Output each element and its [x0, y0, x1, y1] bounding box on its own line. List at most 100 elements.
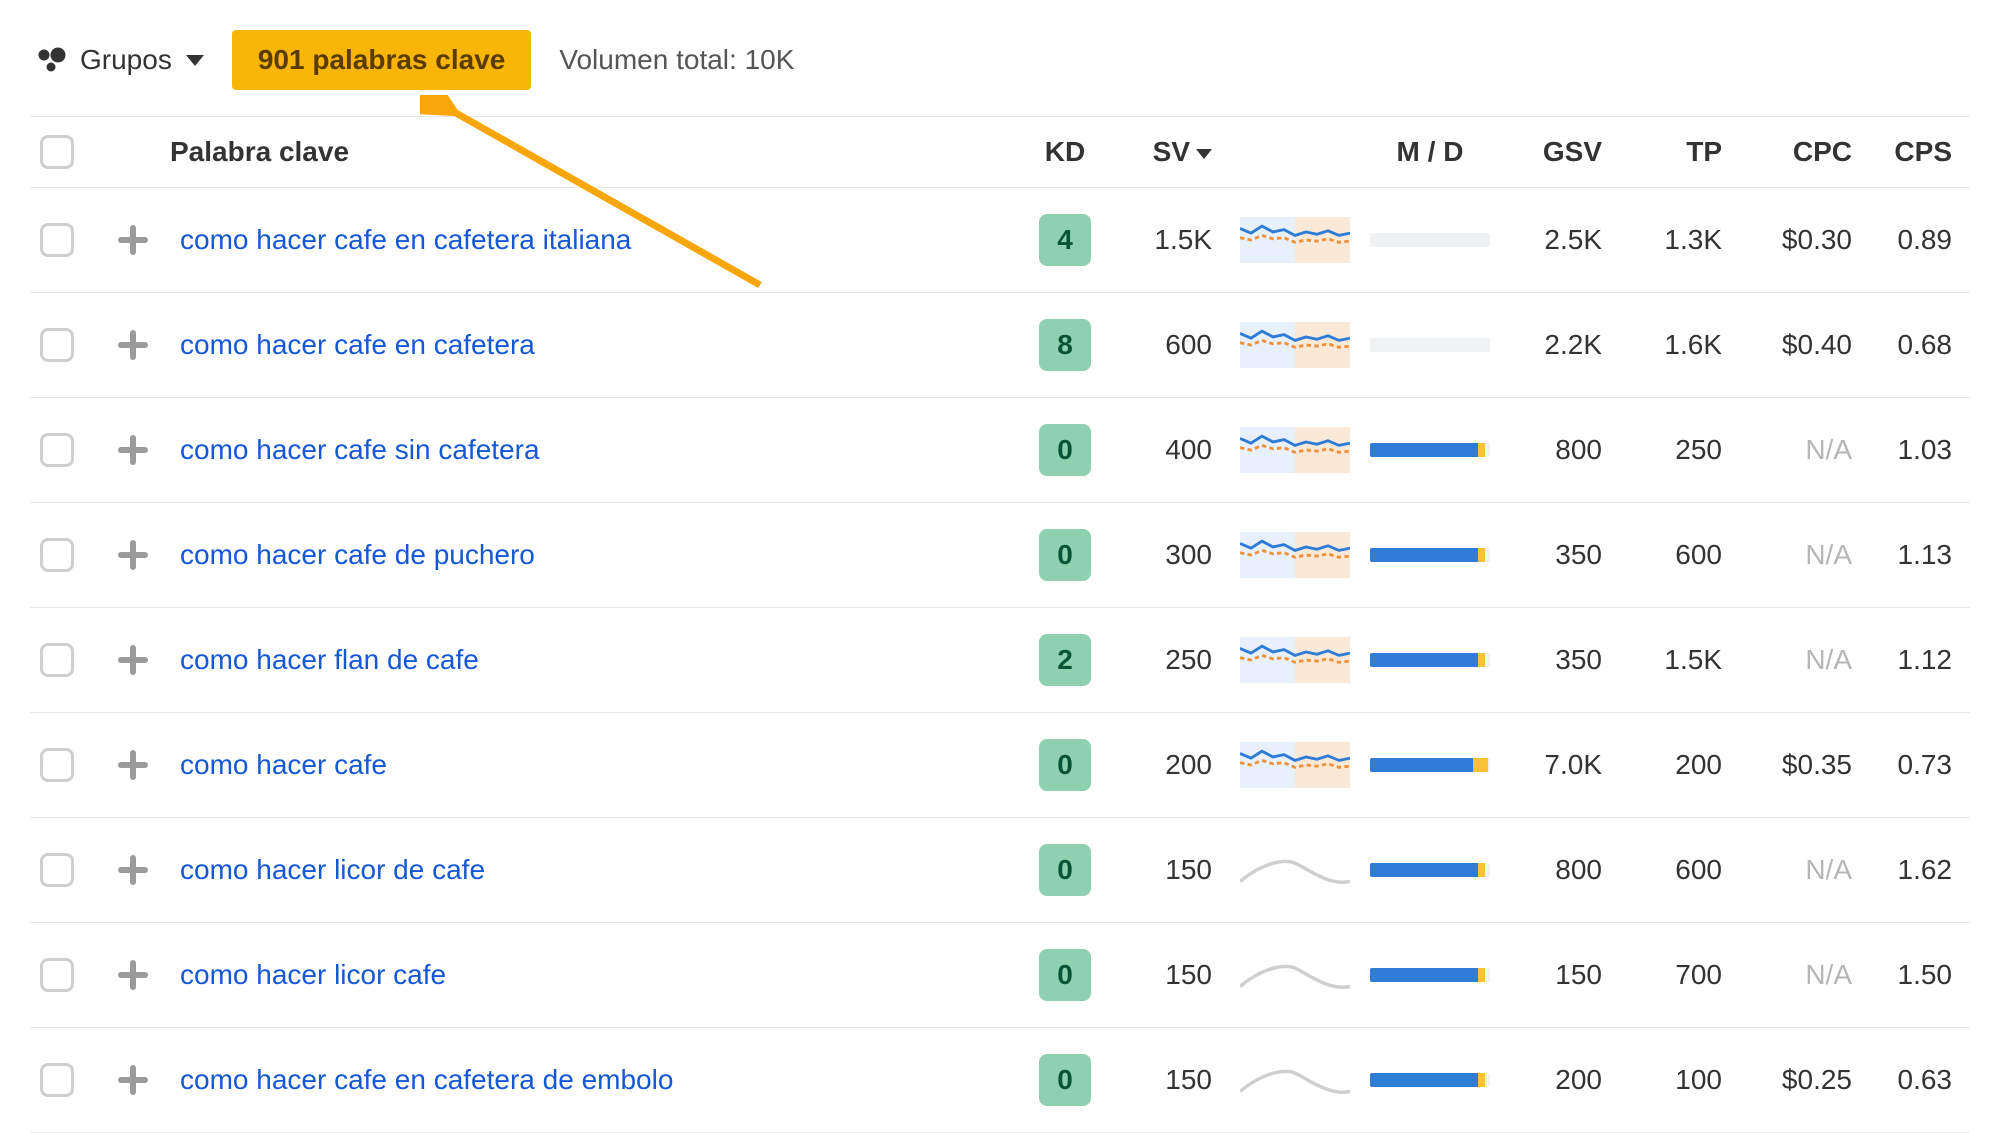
col-cpc-header[interactable]: CPC: [1740, 118, 1870, 186]
kd-badge: 0: [1039, 844, 1091, 896]
trend-sparkline: [1240, 427, 1350, 473]
add-to-list-button[interactable]: [110, 217, 156, 263]
row-checkbox[interactable]: [40, 433, 74, 467]
cpc-value: $0.25: [1740, 1038, 1870, 1122]
mobile-desktop-bar: [1370, 863, 1490, 877]
add-to-list-button[interactable]: [110, 532, 156, 578]
col-keyword-header[interactable]: Palabra clave: [170, 118, 1020, 186]
gsv-value: 7.0K: [1500, 723, 1620, 807]
groups-label: Grupos: [80, 44, 172, 76]
sv-value: 600: [1110, 303, 1230, 387]
add-to-list-button[interactable]: [110, 742, 156, 788]
tp-value: 100: [1620, 1038, 1740, 1122]
tp-value: 250: [1620, 408, 1740, 492]
kd-badge: 4: [1039, 214, 1091, 266]
row-checkbox[interactable]: [40, 958, 74, 992]
cps-value: 1.13: [1870, 513, 1970, 597]
keyword-cluster-icon: [36, 45, 66, 75]
keyword-link[interactable]: como hacer cafe en cafetera: [180, 329, 535, 360]
mobile-desktop-bar: [1370, 1073, 1490, 1087]
select-all-checkbox[interactable]: [40, 135, 74, 169]
keyword-link[interactable]: como hacer cafe en cafetera de embolo: [180, 1064, 673, 1095]
total-volume-label: Volumen total: 10K: [559, 44, 794, 76]
keyword-table: Palabra clave KD SV M / D GSV TP CPC CPS…: [30, 116, 1966, 1133]
cpc-value: N/A: [1740, 828, 1870, 912]
sv-value: 150: [1110, 1038, 1230, 1122]
add-to-list-button[interactable]: [110, 952, 156, 998]
row-checkbox[interactable]: [40, 328, 74, 362]
sv-value: 300: [1110, 513, 1230, 597]
kd-badge: 0: [1039, 424, 1091, 476]
add-to-list-button[interactable]: [110, 322, 156, 368]
mobile-desktop-bar: [1370, 443, 1490, 457]
kd-badge: 0: [1039, 949, 1091, 1001]
cpc-value: N/A: [1740, 408, 1870, 492]
keyword-link[interactable]: como hacer licor de cafe: [180, 854, 485, 885]
tp-value: 1.3K: [1620, 198, 1740, 282]
cps-value: 1.12: [1870, 618, 1970, 702]
gsv-value: 350: [1500, 513, 1620, 597]
keyword-link[interactable]: como hacer cafe: [180, 749, 387, 780]
add-to-list-button[interactable]: [110, 427, 156, 473]
cpc-value: N/A: [1740, 933, 1870, 1017]
trend-sparkline: [1240, 532, 1350, 578]
row-checkbox[interactable]: [40, 223, 74, 257]
trend-sparkline: [1240, 1057, 1350, 1103]
kd-badge: 0: [1039, 529, 1091, 581]
keyword-link[interactable]: como hacer cafe sin cafetera: [180, 434, 540, 465]
cpc-value: $0.30: [1740, 198, 1870, 282]
trend-sparkline: [1240, 322, 1350, 368]
groups-dropdown[interactable]: Grupos: [36, 44, 204, 76]
row-checkbox[interactable]: [40, 538, 74, 572]
col-kd-header[interactable]: KD: [1020, 118, 1110, 186]
kd-badge: 0: [1039, 739, 1091, 791]
tp-value: 600: [1620, 828, 1740, 912]
mobile-desktop-bar: [1370, 233, 1490, 247]
row-checkbox[interactable]: [40, 853, 74, 887]
cps-value: 0.89: [1870, 198, 1970, 282]
keyword-link[interactable]: como hacer licor cafe: [180, 959, 446, 990]
col-gsv-header[interactable]: GSV: [1500, 118, 1620, 186]
add-to-list-button[interactable]: [110, 1057, 156, 1103]
sv-value: 1.5K: [1110, 198, 1230, 282]
row-checkbox[interactable]: [40, 748, 74, 782]
trend-sparkline: [1240, 217, 1350, 263]
gsv-value: 350: [1500, 618, 1620, 702]
col-sv-header[interactable]: SV: [1110, 118, 1230, 186]
col-cps-header[interactable]: CPS: [1870, 118, 1970, 186]
cpc-value: N/A: [1740, 618, 1870, 702]
keyword-link[interactable]: como hacer cafe de puchero: [180, 539, 535, 570]
row-checkbox[interactable]: [40, 643, 74, 677]
mobile-desktop-bar: [1370, 338, 1490, 352]
kd-badge: 2: [1039, 634, 1091, 686]
cpc-value: $0.40: [1740, 303, 1870, 387]
trend-sparkline: [1240, 952, 1350, 998]
gsv-value: 2.5K: [1500, 198, 1620, 282]
gsv-value: 800: [1500, 828, 1620, 912]
sv-value: 200: [1110, 723, 1230, 807]
add-to-list-button[interactable]: [110, 637, 156, 683]
add-to-list-button[interactable]: [110, 847, 156, 893]
keyword-link[interactable]: como hacer flan de cafe: [180, 644, 479, 675]
cps-value: 1.03: [1870, 408, 1970, 492]
trend-sparkline: [1240, 847, 1350, 893]
gsv-value: 200: [1500, 1038, 1620, 1122]
tp-value: 700: [1620, 933, 1740, 1017]
col-tp-header[interactable]: TP: [1620, 118, 1740, 186]
cps-value: 0.73: [1870, 723, 1970, 807]
mobile-desktop-bar: [1370, 548, 1490, 562]
cps-value: 1.50: [1870, 933, 1970, 1017]
trend-sparkline: [1240, 637, 1350, 683]
cpc-value: $0.35: [1740, 723, 1870, 807]
row-checkbox[interactable]: [40, 1063, 74, 1097]
cpc-value: N/A: [1740, 513, 1870, 597]
keyword-link[interactable]: como hacer cafe en cafetera italiana: [180, 224, 631, 255]
keyword-count-chip[interactable]: 901 palabras clave: [232, 30, 532, 90]
sv-value: 150: [1110, 828, 1230, 912]
tp-value: 200: [1620, 723, 1740, 807]
trend-sparkline: [1240, 742, 1350, 788]
mobile-desktop-bar: [1370, 653, 1490, 667]
col-md-header[interactable]: M / D: [1360, 118, 1500, 186]
cps-value: 0.63: [1870, 1038, 1970, 1122]
cps-value: 0.68: [1870, 303, 1970, 387]
